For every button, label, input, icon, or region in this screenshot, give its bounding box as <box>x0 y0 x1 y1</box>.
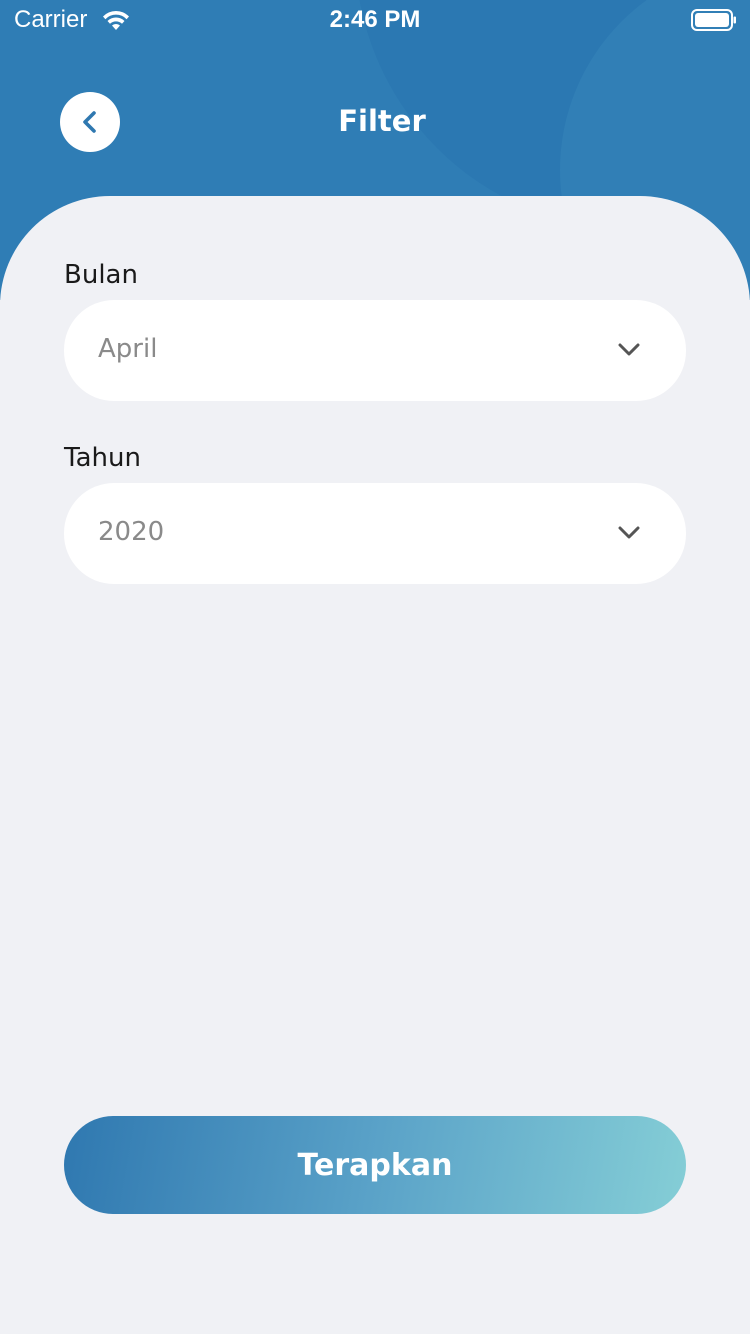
year-select[interactable]: 2020 <box>64 483 686 584</box>
battery-icon <box>691 8 737 32</box>
month-label: Bulan <box>64 260 138 290</box>
page-title: Filter <box>338 104 426 138</box>
chevron-down-icon <box>616 523 642 543</box>
status-bar: Carrier 2:46 PM <box>0 0 750 40</box>
month-select[interactable]: April <box>64 300 686 401</box>
chevron-down-icon <box>616 340 642 360</box>
status-time: 2:46 PM <box>329 6 421 33</box>
year-select-value: 2020 <box>98 517 165 547</box>
apply-button[interactable]: Terapkan <box>64 1116 686 1214</box>
month-select-value: April <box>98 334 158 364</box>
apply-button-label: Terapkan <box>297 1147 453 1183</box>
year-label: Tahun <box>64 443 141 473</box>
